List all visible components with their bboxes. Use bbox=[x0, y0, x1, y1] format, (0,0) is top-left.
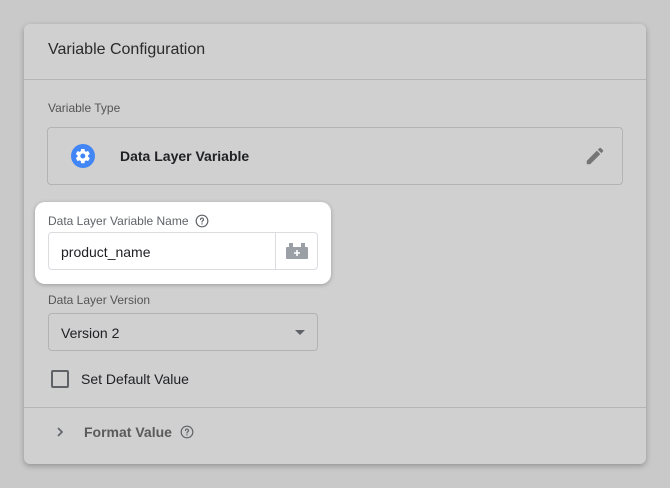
variable-type-box[interactable]: Data Layer Variable bbox=[47, 127, 623, 185]
help-icon[interactable] bbox=[180, 425, 194, 439]
variable-name-label-row: Data Layer Variable Name bbox=[48, 214, 209, 228]
data-layer-version-select[interactable]: Version 2 bbox=[48, 313, 318, 351]
format-value-label: Format Value bbox=[84, 424, 172, 440]
format-divider bbox=[24, 407, 646, 408]
help-icon[interactable] bbox=[195, 214, 209, 228]
set-default-value-checkbox[interactable] bbox=[51, 370, 69, 388]
variable-type-name: Data Layer Variable bbox=[120, 148, 250, 164]
header-divider bbox=[24, 79, 646, 80]
gear-icon bbox=[71, 144, 95, 168]
lego-brick-icon bbox=[285, 243, 308, 259]
insert-variable-button[interactable] bbox=[275, 233, 317, 269]
data-layer-version-label: Data Layer Version bbox=[48, 293, 151, 307]
variable-configuration-card: Variable Configuration Variable Type Dat… bbox=[24, 24, 646, 464]
caret-down-icon bbox=[295, 330, 305, 335]
variable-name-input[interactable]: product_name bbox=[48, 232, 318, 270]
variable-name-value: product_name bbox=[61, 244, 151, 260]
variable-name-label: Data Layer Variable Name bbox=[48, 214, 189, 228]
format-value-toggle[interactable]: Format Value bbox=[54, 424, 194, 440]
version-selected-value: Version 2 bbox=[61, 325, 120, 341]
card-title: Variable Configuration bbox=[48, 41, 206, 58]
chevron-right-icon bbox=[57, 427, 64, 437]
variable-name-field-group: Data Layer Variable Name product_name bbox=[35, 202, 331, 284]
set-default-value-label: Set Default Value bbox=[81, 371, 189, 387]
set-default-value-row[interactable]: Set Default Value bbox=[51, 370, 189, 388]
variable-type-label: Variable Type bbox=[48, 101, 121, 115]
pencil-icon[interactable] bbox=[584, 145, 606, 167]
